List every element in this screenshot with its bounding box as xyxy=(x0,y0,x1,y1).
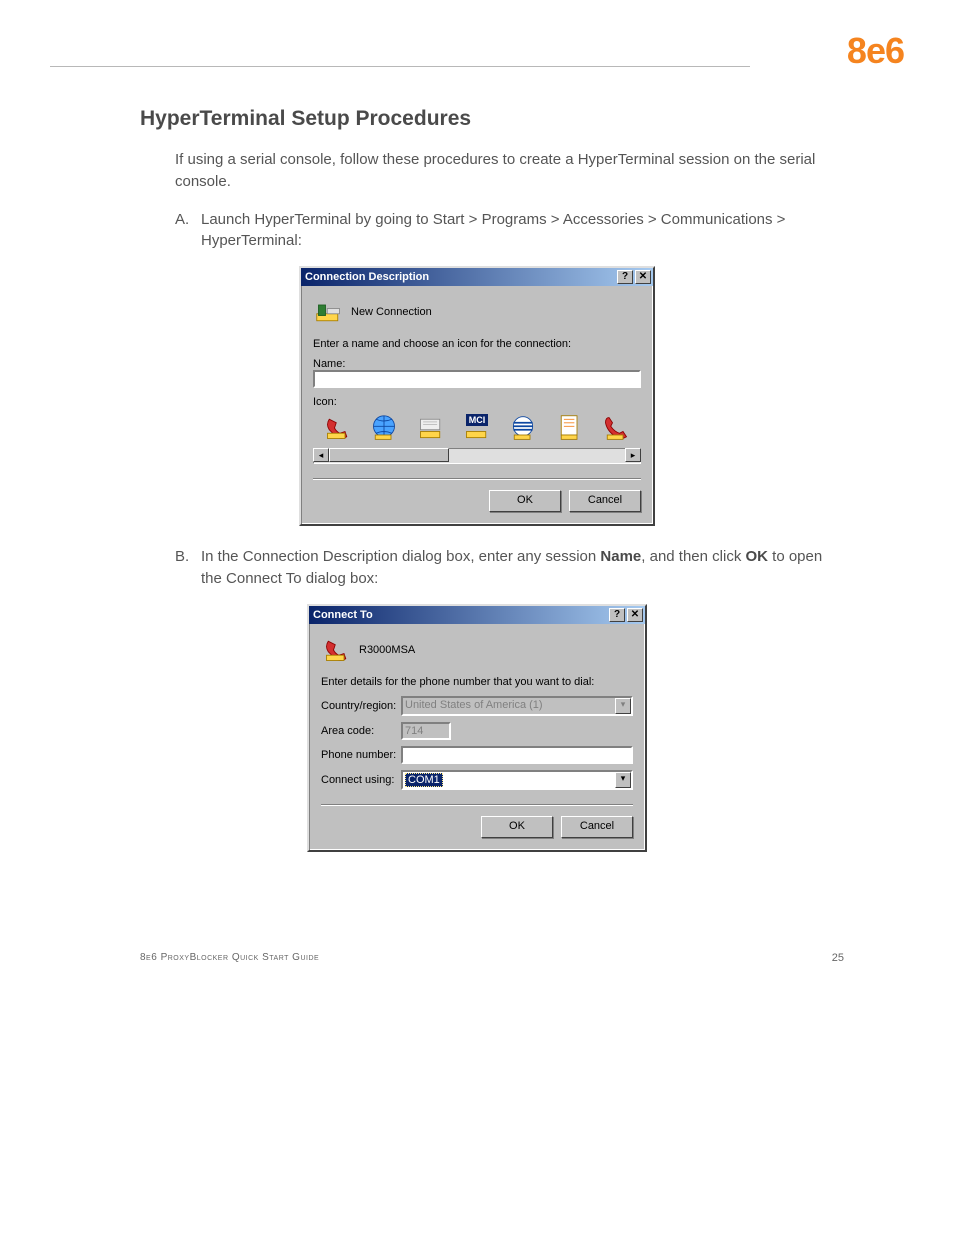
icon-label: Icon: xyxy=(313,396,641,408)
phone-icon xyxy=(321,634,353,666)
titlebar[interactable]: Connection Description ? ✕ xyxy=(301,268,653,286)
page-footer: 8e6 ProxyBlocker Quick Start Guide 25 xyxy=(140,952,844,964)
close-button[interactable]: ✕ xyxy=(635,270,651,284)
mci-icon[interactable]: MCI xyxy=(462,412,492,444)
titlebar[interactable]: Connect To ? ✕ xyxy=(309,606,645,624)
cancel-button[interactable]: Cancel xyxy=(561,816,633,838)
phone-number-input[interactable] xyxy=(401,746,633,764)
att-globe-icon[interactable] xyxy=(508,412,538,444)
instruction-text: Enter details for the phone number that … xyxy=(321,676,633,688)
scroll-thumb[interactable] xyxy=(329,448,449,462)
chevron-down-icon xyxy=(615,698,631,714)
step-letter: B. xyxy=(175,546,201,590)
icon-scrollbar[interactable]: ◂ ▸ xyxy=(313,448,641,464)
connection-name-label: New Connection xyxy=(351,306,432,318)
step-a: A. Launch HyperTerminal by going to Star… xyxy=(175,209,844,253)
connection-icon xyxy=(313,296,345,328)
help-button[interactable]: ? xyxy=(617,270,633,284)
phone-icon[interactable] xyxy=(323,412,353,444)
country-label: Country/region: xyxy=(321,700,401,712)
step-b: B. In the Connection Description dialog … xyxy=(175,546,844,590)
page-number: 25 xyxy=(832,952,844,964)
cancel-button[interactable]: Cancel xyxy=(569,490,641,512)
brand-logo: 8e6 xyxy=(847,30,904,72)
ok-button[interactable]: OK xyxy=(489,490,561,512)
area-code-label: Area code: xyxy=(321,725,401,737)
phone-number-label: Phone number: xyxy=(321,749,401,761)
intro-paragraph: If using a serial console, follow these … xyxy=(175,149,844,193)
footer-title: 8e6 ProxyBlocker Quick Start Guide xyxy=(140,952,319,964)
name-label: Name: xyxy=(313,358,641,370)
close-button[interactable]: ✕ xyxy=(627,608,643,622)
ok-button[interactable]: OK xyxy=(481,816,553,838)
divider xyxy=(321,804,633,806)
connection-description-dialog: Connection Description ? ✕ New Connectio… xyxy=(299,266,655,526)
instruction-text: Enter a name and choose an icon for the … xyxy=(313,338,641,350)
chevron-down-icon[interactable] xyxy=(615,772,631,788)
dialog-title: Connection Description xyxy=(305,271,615,283)
icon-picker[interactable]: MCI xyxy=(313,408,641,448)
header-rule xyxy=(50,66,750,67)
dialog-title: Connect To xyxy=(313,609,607,621)
step-text: Launch HyperTerminal by going to Start >… xyxy=(201,209,844,253)
scroll-left-button[interactable]: ◂ xyxy=(313,448,329,462)
document-icon[interactable] xyxy=(554,412,584,444)
area-code-input xyxy=(401,722,451,740)
red-phone-icon[interactable] xyxy=(601,412,631,444)
connection-name: R3000MSA xyxy=(359,644,415,656)
section-title: HyperTerminal Setup Procedures xyxy=(140,107,904,131)
scroll-right-button[interactable]: ▸ xyxy=(625,448,641,462)
divider xyxy=(313,478,641,480)
step-text: In the Connection Description dialog box… xyxy=(201,546,844,590)
name-input[interactable] xyxy=(313,370,641,388)
connect-using-label: Connect using: xyxy=(321,774,401,786)
globe-icon[interactable] xyxy=(369,412,399,444)
help-button[interactable]: ? xyxy=(609,608,625,622)
country-select: United States of America (1) xyxy=(401,696,633,716)
connect-using-select[interactable]: COM1 xyxy=(401,770,633,790)
connect-to-dialog: Connect To ? ✕ R3000MSA Enter details fo… xyxy=(307,604,647,852)
step-letter: A. xyxy=(175,209,201,253)
modem-icon[interactable] xyxy=(416,412,446,444)
